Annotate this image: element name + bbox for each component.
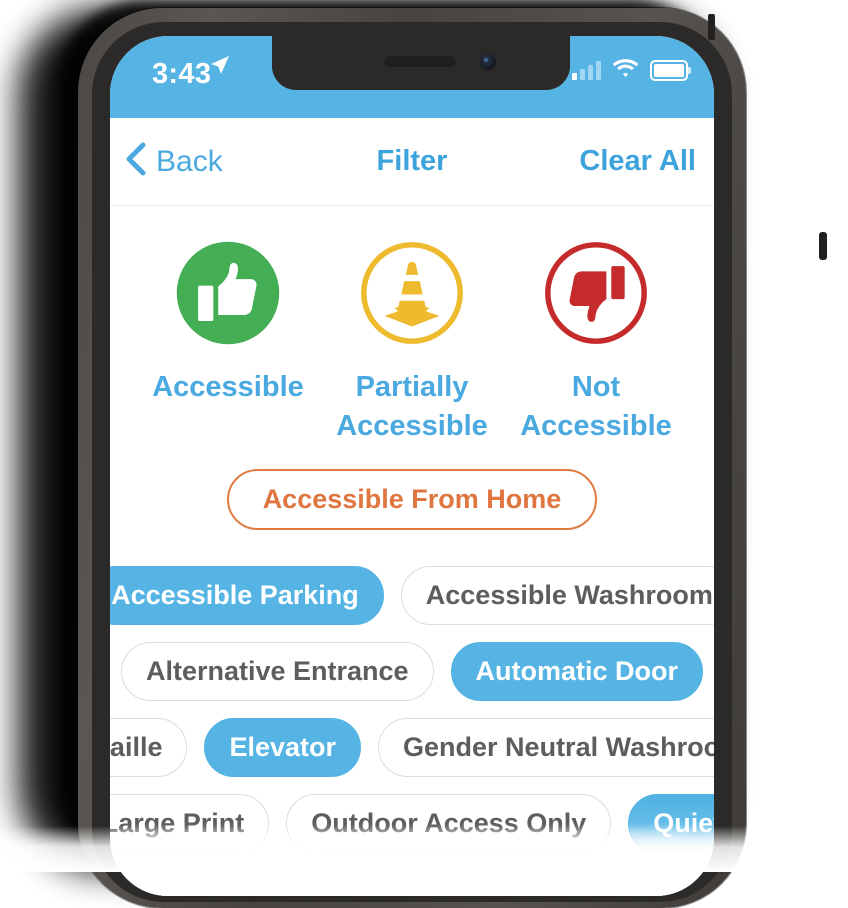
battery-full-icon	[650, 60, 691, 81]
navigation-bar: Back Filter Clear All	[110, 118, 714, 206]
status-bar-indicators	[572, 58, 691, 83]
back-button-label: Back	[156, 144, 223, 178]
status-option-partially-accessible[interactable]: Partially Accessible	[324, 232, 500, 445]
clear-all-button[interactable]: Clear All	[579, 118, 696, 205]
chip-elevator[interactable]: Elevator	[204, 718, 362, 778]
chip-braille[interactable]: Braille	[110, 718, 188, 778]
status-option-accessible[interactable]: Accessible	[140, 232, 316, 445]
status-bar-time: 3:43	[152, 58, 212, 90]
accessibility-status-options: Accessible Partially Accessible Not Acce…	[110, 206, 714, 445]
chip-row: Braille Elevator Gender Neutral Washroom	[110, 718, 714, 778]
chip-accessible-washroom[interactable]: Accessible Washroom	[400, 566, 714, 626]
chip-quiet[interactable]: Quiet	[628, 794, 714, 854]
status-option-label: Accessible	[152, 371, 304, 403]
status-option-not-accessible[interactable]: Not Accessible	[508, 232, 684, 445]
chip-outdoor-access-only[interactable]: Outdoor Access Only	[286, 794, 612, 854]
power-button[interactable]	[819, 232, 827, 260]
thumbs-up-icon	[167, 232, 289, 354]
feature-chip-list: Accessible Parking Accessible Washroom A…	[110, 566, 714, 854]
device-notch	[272, 36, 570, 90]
accessible-from-home-button[interactable]: Accessible From Home	[226, 469, 598, 531]
home-filter-row: Accessible From Home	[110, 469, 714, 531]
chip-automatic-door[interactable]: Automatic Door	[450, 642, 704, 702]
chevron-left-icon	[124, 142, 146, 181]
status-option-label: Partially Accessible	[336, 371, 488, 442]
status-option-label: Not Accessible	[520, 371, 672, 442]
chip-row: Alternative Entrance Automatic Door	[110, 642, 714, 702]
chip-row: Accessible Parking Accessible Washroom	[110, 566, 714, 626]
chip-row: Large Print Outdoor Access Only Quiet	[110, 794, 714, 854]
chip-alternative-entrance[interactable]: Alternative Entrance	[120, 642, 434, 702]
phone-screen: 3:43 Back Filter Clear All Accessible Pa…	[110, 36, 714, 896]
thumbs-down-icon	[535, 232, 657, 354]
cellular-signal-icon	[572, 60, 601, 80]
filter-content: Accessible Partially Accessible Not Acce…	[110, 206, 714, 896]
chip-large-print[interactable]: Large Print	[110, 794, 270, 854]
front-camera-icon	[478, 52, 498, 72]
location-arrow-icon	[208, 53, 232, 82]
wifi-icon	[612, 58, 639, 83]
chip-accessible-parking[interactable]: Accessible Parking	[110, 566, 384, 626]
earpiece-speaker-icon	[384, 56, 456, 67]
back-button[interactable]: Back	[124, 118, 223, 205]
traffic-cone-icon	[351, 232, 473, 354]
chip-gender-neutral-washroom[interactable]: Gender Neutral Washroom	[378, 718, 714, 778]
